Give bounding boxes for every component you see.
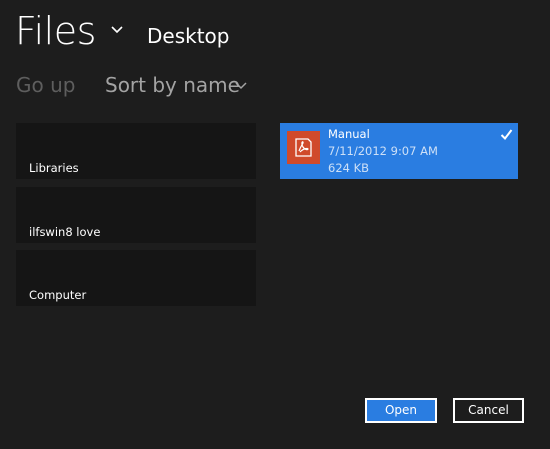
cancel-button[interactable]: Cancel [453, 398, 524, 423]
page-title: Files [15, 9, 96, 53]
current-location: Desktop [147, 24, 230, 48]
sort-by-dropdown[interactable]: Sort by name [105, 71, 240, 99]
chevron-down-icon[interactable] [110, 23, 124, 37]
location-label: Libraries [29, 161, 79, 175]
file-name: Manual [328, 127, 370, 141]
chevron-down-icon[interactable] [235, 80, 247, 92]
location-label: Computer [29, 288, 87, 302]
file-tile-manual[interactable]: Manual 7/11/2012 9:07 AM 624 KB [280, 123, 518, 179]
location-tile-homegroup[interactable]: ilfswin8 love [16, 187, 256, 243]
checkmark-icon [500, 129, 513, 141]
go-up-button[interactable]: Go up [16, 71, 75, 99]
file-date: 7/11/2012 9:07 AM [328, 144, 438, 158]
location-tile-libraries[interactable]: Libraries [16, 123, 256, 179]
open-button[interactable]: Open [365, 398, 437, 423]
location-tile-computer[interactable]: Computer [16, 250, 256, 306]
file-size: 624 KB [328, 161, 370, 175]
pdf-reader-icon [287, 131, 320, 164]
location-label: ilfswin8 love [29, 225, 101, 239]
file-picker: { "header": { "title": "Files", "locatio… [0, 0, 550, 449]
